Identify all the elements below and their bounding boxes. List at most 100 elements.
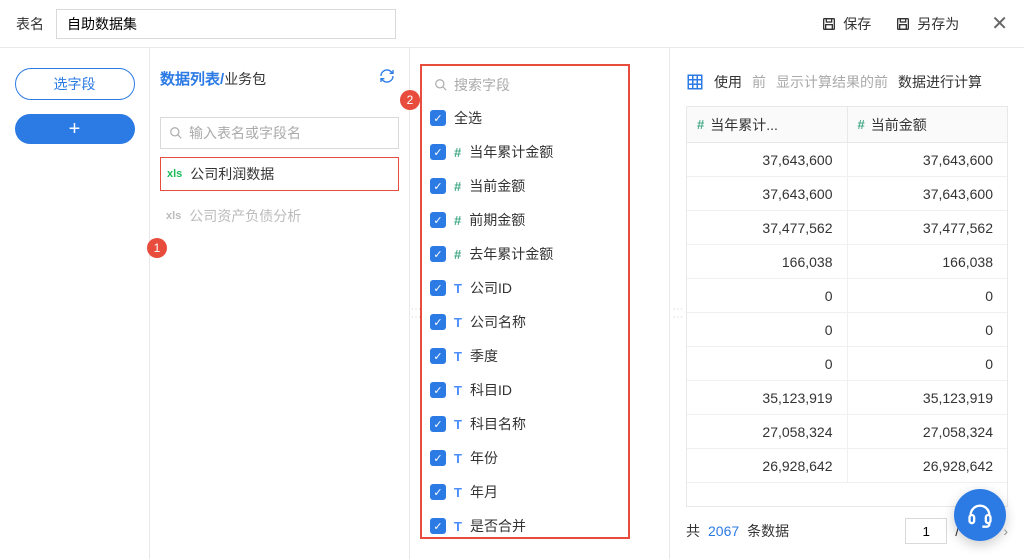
- table-row: 00: [687, 279, 1007, 313]
- column-header[interactable]: #当年累计...: [687, 107, 848, 142]
- checkbox-checked-icon: ✓: [430, 246, 446, 262]
- field-label: 公司ID: [470, 278, 512, 298]
- save-as-button[interactable]: 另存为: [895, 14, 959, 34]
- refresh-button[interactable]: [379, 68, 395, 84]
- field-item[interactable]: ✓T是否合并: [430, 514, 620, 538]
- annotation-badge-1: 1: [147, 238, 167, 258]
- source-table-label: 公司资产负债分析: [189, 206, 301, 226]
- save-button[interactable]: 保存: [821, 14, 871, 34]
- cell: 27,058,324: [687, 415, 848, 448]
- number-type-icon: #: [454, 145, 461, 160]
- refresh-icon: [379, 68, 395, 84]
- plus-icon: +: [69, 119, 81, 139]
- field-item[interactable]: ✓#去年累计金额: [430, 242, 620, 266]
- checkbox-checked-icon: ✓: [430, 382, 446, 398]
- cell: 166,038: [687, 245, 848, 278]
- title-data-list[interactable]: 数据列表: [160, 71, 220, 88]
- help-button[interactable]: [954, 489, 1006, 541]
- headset-icon: [966, 501, 994, 529]
- cell: 0: [848, 279, 1008, 312]
- grid-icon[interactable]: [686, 73, 704, 91]
- select-fields-step[interactable]: 选字段: [15, 68, 135, 100]
- cell: 0: [687, 347, 848, 380]
- table-row: 37,643,60037,643,600: [687, 143, 1007, 177]
- text-type-icon: T: [454, 383, 462, 398]
- cell: 37,643,600: [687, 177, 848, 210]
- table-row: 37,643,60037,643,600: [687, 177, 1007, 211]
- table-row: 35,123,91935,123,919: [687, 381, 1007, 415]
- checkbox-checked-icon: ✓: [430, 212, 446, 228]
- field-item[interactable]: ✓T公司ID: [430, 276, 620, 300]
- pager-next[interactable]: ›: [1003, 523, 1008, 539]
- field-item[interactable]: ✓T年月: [430, 480, 620, 504]
- source-search-placeholder: 输入表名或字段名: [189, 123, 301, 143]
- field-item[interactable]: ✓#当前金额: [430, 174, 620, 198]
- source-table-active[interactable]: xls 公司利润数据: [160, 157, 399, 191]
- table-row: 00: [687, 313, 1007, 347]
- preview-top-bar: 使用 前 显示计算结果的前 数据进行计算: [686, 68, 1008, 96]
- pager-suffix: 条数据: [747, 521, 789, 541]
- save-as-icon: [895, 16, 911, 32]
- field-panel: 搜索字段 ✓ 全选 ✓ # 当年累计金额 ✓ # 当前金额 ✓#前期金额 ✓#去年累计金…: [420, 64, 630, 539]
- text-type-icon: T: [454, 485, 462, 500]
- text-type-icon: T: [454, 349, 462, 364]
- field-label: 年月: [470, 482, 498, 502]
- xls-icon: xls: [166, 210, 181, 222]
- field-label: 当年累计金额: [469, 142, 553, 162]
- checkbox-checked-icon: ✓: [430, 280, 446, 296]
- source-table[interactable]: xls 公司资产负债分析: [160, 199, 399, 233]
- pager-count: 2067: [708, 523, 739, 539]
- field-item[interactable]: ✓ # 当年累计金额: [430, 140, 620, 164]
- field-item[interactable]: ✓T科目名称: [430, 412, 620, 436]
- hint-a: 前: [752, 72, 766, 92]
- field-label: 是否合并: [470, 516, 526, 536]
- checkbox-checked-icon: ✓: [430, 110, 446, 126]
- cell: 37,643,600: [848, 143, 1008, 176]
- field-item[interactable]: ✓ T 年份: [430, 446, 620, 470]
- field-select-column: ⋮⋮ 搜索字段 ✓ 全选 ✓ # 当年累计金额 ✓ # 当前金额 ✓#前期金额 ✓#去年…: [410, 48, 670, 559]
- table-body: 37,643,60037,643,600 37,643,60037,643,60…: [687, 143, 1007, 506]
- field-label: 公司名称: [470, 312, 526, 332]
- drag-handle-icon[interactable]: ⋮⋮: [672, 304, 678, 334]
- table-row: 37,477,56237,477,562: [687, 211, 1007, 245]
- field-label: 年份: [470, 448, 498, 468]
- header-bar: 表名 保存 另存为 ✕: [0, 0, 1024, 48]
- field-item[interactable]: ✓#前期金额: [430, 208, 620, 232]
- cell: 0: [848, 313, 1008, 346]
- data-list-title: 数据列表/业务包: [160, 68, 399, 89]
- field-item[interactable]: ✓T季度: [430, 344, 620, 368]
- close-button[interactable]: ✕: [991, 11, 1008, 36]
- field-search-input[interactable]: 搜索字段: [430, 70, 620, 100]
- data-source-column: 数据列表/业务包 输入表名或字段名 xls 公司利润数据 xls 公司资产负债分…: [150, 48, 410, 559]
- field-item[interactable]: ✓T科目ID: [430, 378, 620, 402]
- pager-prefix: 共: [686, 521, 700, 541]
- title-package[interactable]: 业务包: [224, 71, 266, 87]
- search-icon: [434, 78, 448, 92]
- column-header[interactable]: #当前金额: [848, 107, 1008, 142]
- select-all-label: 全选: [454, 108, 482, 128]
- checkbox-checked-icon: ✓: [430, 416, 446, 432]
- source-search-input[interactable]: 输入表名或字段名: [160, 117, 399, 149]
- select-fields-label: 选字段: [54, 74, 96, 94]
- table-row: 26,928,64226,928,642: [687, 449, 1007, 483]
- field-select-all[interactable]: ✓ 全选: [430, 106, 620, 130]
- save-label: 保存: [843, 14, 871, 34]
- cell: 27,058,324: [848, 415, 1008, 448]
- grid-icon-svg: [686, 73, 704, 91]
- pager-page-input[interactable]: [905, 518, 947, 544]
- field-label: 当前金额: [469, 176, 525, 196]
- checkbox-checked-icon: ✓: [430, 314, 446, 330]
- cell: 26,928,642: [687, 449, 848, 482]
- table-row: 00: [687, 347, 1007, 381]
- add-step-button[interactable]: +: [15, 114, 135, 144]
- number-type-icon: #: [454, 179, 461, 194]
- number-type-icon: #: [858, 117, 865, 132]
- field-item[interactable]: ✓T公司名称: [430, 310, 620, 334]
- checkbox-checked-icon: ✓: [430, 144, 446, 160]
- drag-handle-icon[interactable]: ⋮⋮: [410, 304, 416, 334]
- checkbox-checked-icon: ✓: [430, 450, 446, 466]
- table-name-input[interactable]: [56, 9, 396, 39]
- table-header: #当年累计... #当前金额: [687, 107, 1007, 143]
- field-label: 季度: [470, 346, 498, 366]
- text-type-icon: T: [454, 451, 462, 466]
